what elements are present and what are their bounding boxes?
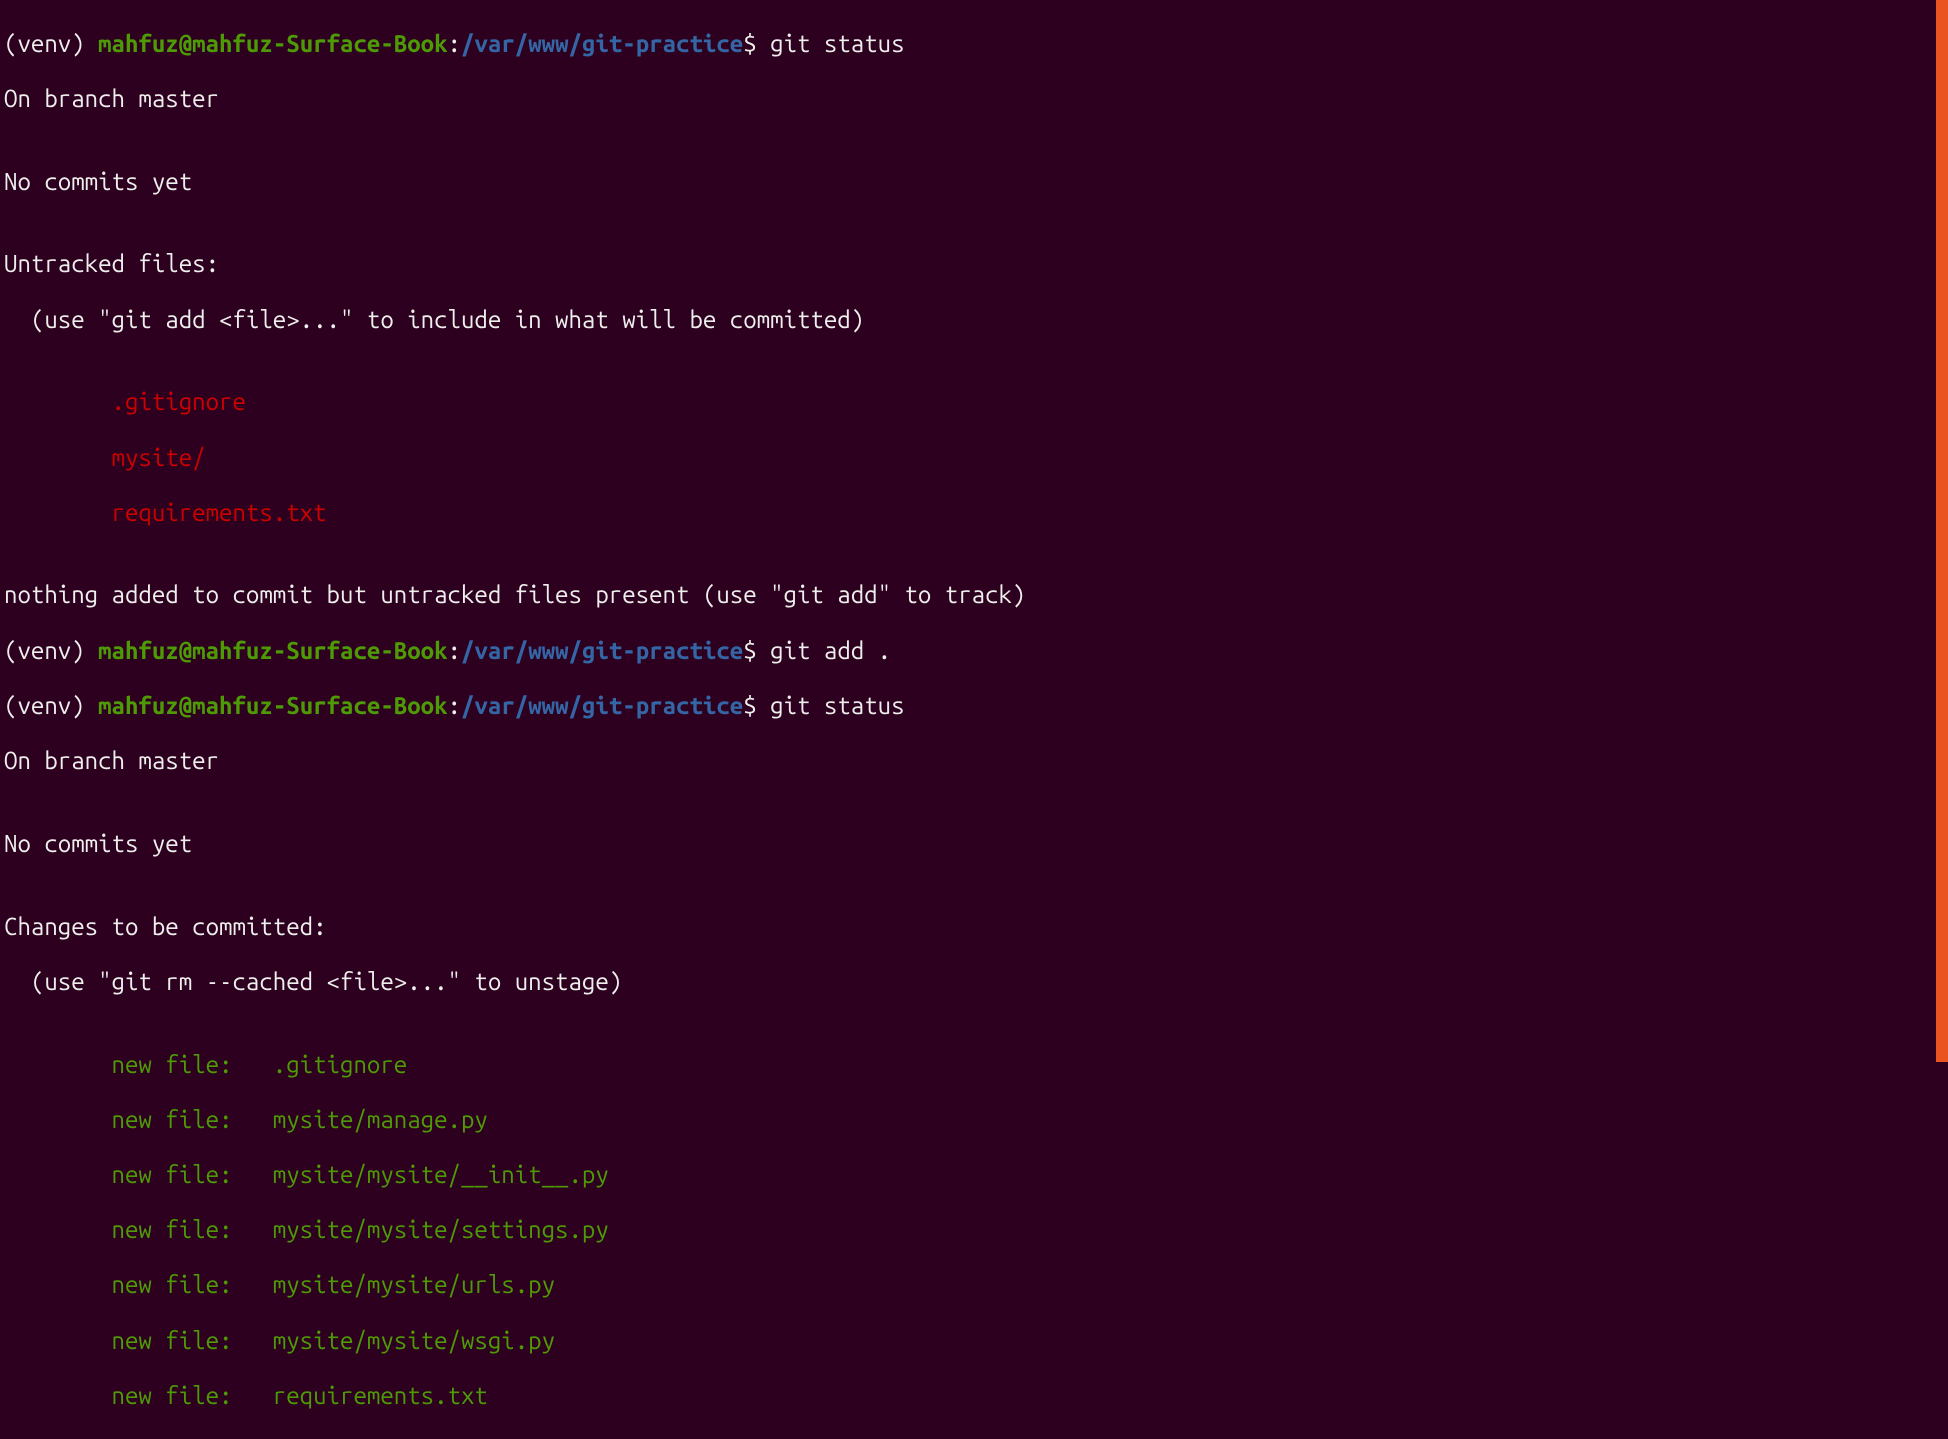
- output-line: (use "git add <file>..." to include in w…: [4, 306, 1944, 334]
- cwd-path: /var/www/git-practice: [461, 30, 743, 57]
- command-input: git status: [770, 30, 904, 57]
- venv-prefix: (venv): [4, 30, 98, 57]
- user-host: mahfuz@mahfuz-Surface-Book: [98, 637, 447, 664]
- output-line: Untracked files:: [4, 250, 1944, 278]
- prompt-line-2: (venv) mahfuz@mahfuz-Surface-Book:/var/w…: [4, 637, 1944, 665]
- colon: :: [448, 692, 461, 719]
- user-host: mahfuz@mahfuz-Surface-Book: [98, 30, 447, 57]
- prompt-dollar: $: [743, 692, 770, 719]
- staged-file: new file: mysite/mysite/urls.py: [4, 1271, 1944, 1299]
- command-input: git status: [770, 692, 904, 719]
- staged-file: new file: mysite/mysite/wsgi.py: [4, 1327, 1944, 1355]
- scrollbar[interactable]: [1936, 0, 1948, 1062]
- staged-file: new file: requirements.txt: [4, 1382, 1944, 1410]
- output-line: nothing added to commit but untracked fi…: [4, 581, 1944, 609]
- staged-file: new file: .gitignore: [4, 1051, 1944, 1079]
- prompt-dollar: $: [743, 637, 770, 664]
- user-host: mahfuz@mahfuz-Surface-Book: [98, 692, 447, 719]
- output-line: No commits yet: [4, 830, 1944, 858]
- cwd-path: /var/www/git-practice: [461, 692, 743, 719]
- output-line: No commits yet: [4, 168, 1944, 196]
- prompt-line-3: (venv) mahfuz@mahfuz-Surface-Book:/var/w…: [4, 692, 1944, 720]
- terminal-area[interactable]: (venv) mahfuz@mahfuz-Surface-Book:/var/w…: [0, 0, 1948, 1439]
- colon: :: [448, 30, 461, 57]
- staged-file: new file: mysite/mysite/__init__.py: [4, 1161, 1944, 1189]
- untracked-file: mysite/: [4, 444, 1944, 472]
- venv-prefix: (venv): [4, 637, 98, 664]
- colon: :: [448, 637, 461, 664]
- staged-file: new file: mysite/mysite/settings.py: [4, 1216, 1944, 1244]
- venv-prefix: (venv): [4, 692, 98, 719]
- output-line: On branch master: [4, 747, 1944, 775]
- cwd-path: /var/www/git-practice: [461, 637, 743, 664]
- output-line: Changes to be committed:: [4, 913, 1944, 941]
- output-line: On branch master: [4, 85, 1944, 113]
- untracked-file: requirements.txt: [4, 499, 1944, 527]
- untracked-file: .gitignore: [4, 388, 1944, 416]
- output-line: (use "git rm --cached <file>..." to unst…: [4, 968, 1944, 996]
- staged-file: new file: mysite/manage.py: [4, 1106, 1944, 1134]
- command-input: git add .: [770, 637, 891, 664]
- prompt-line-1: (venv) mahfuz@mahfuz-Surface-Book:/var/w…: [4, 30, 1944, 58]
- prompt-dollar: $: [743, 30, 770, 57]
